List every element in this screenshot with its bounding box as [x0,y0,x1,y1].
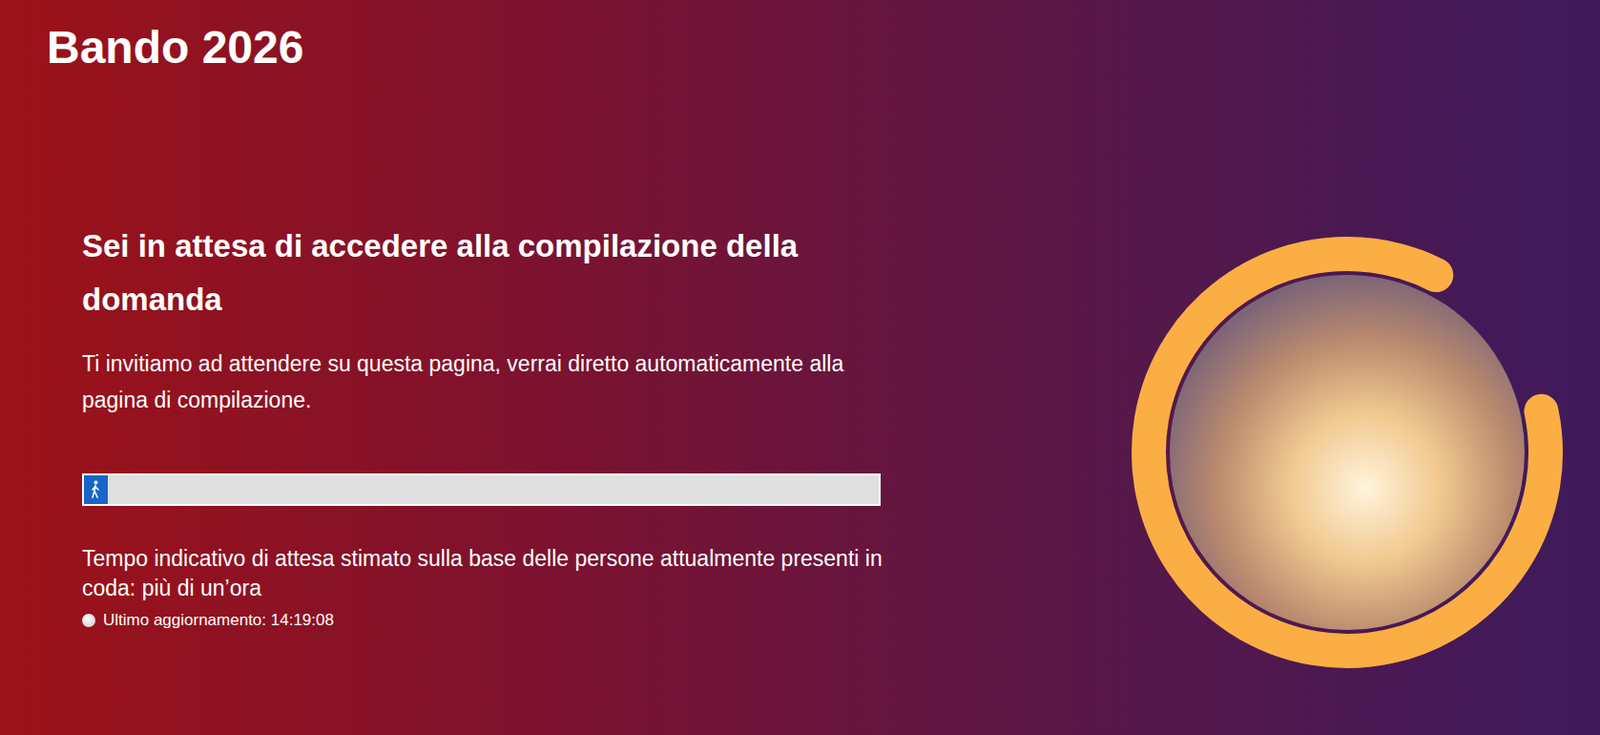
page-title: Bando 2026 [46,19,1600,77]
queue-page: Bando 2026 Sei in attesa di accedere alla… [0,0,1600,735]
header: Bando 2026 [0,0,1600,77]
queue-main: Sei in attesa di accedere alla compilazi… [0,76,1600,710]
progress-fill [83,475,108,504]
walking-person-icon [89,479,102,499]
family-photo-ring-icon [1127,232,1567,672]
queue-heading: Sei in attesa di accedere alla compilazi… [82,219,884,327]
queue-progress-bar [82,473,881,506]
status-dot-icon [82,613,96,627]
last-update-text: Ultimo aggiornamento: 14:19:08 [103,608,334,632]
family-illustration [1127,232,1567,672]
wait-estimate: Tempo indicativo di attesa stimato sulla… [82,543,884,603]
queue-message: Ti invitiamo ad attendere su questa pagi… [82,345,884,418]
last-update: Ultimo aggiornamento: 14:19:08 [82,608,884,632]
queue-panel: Sei in attesa di accedere alla compilazi… [82,219,884,632]
